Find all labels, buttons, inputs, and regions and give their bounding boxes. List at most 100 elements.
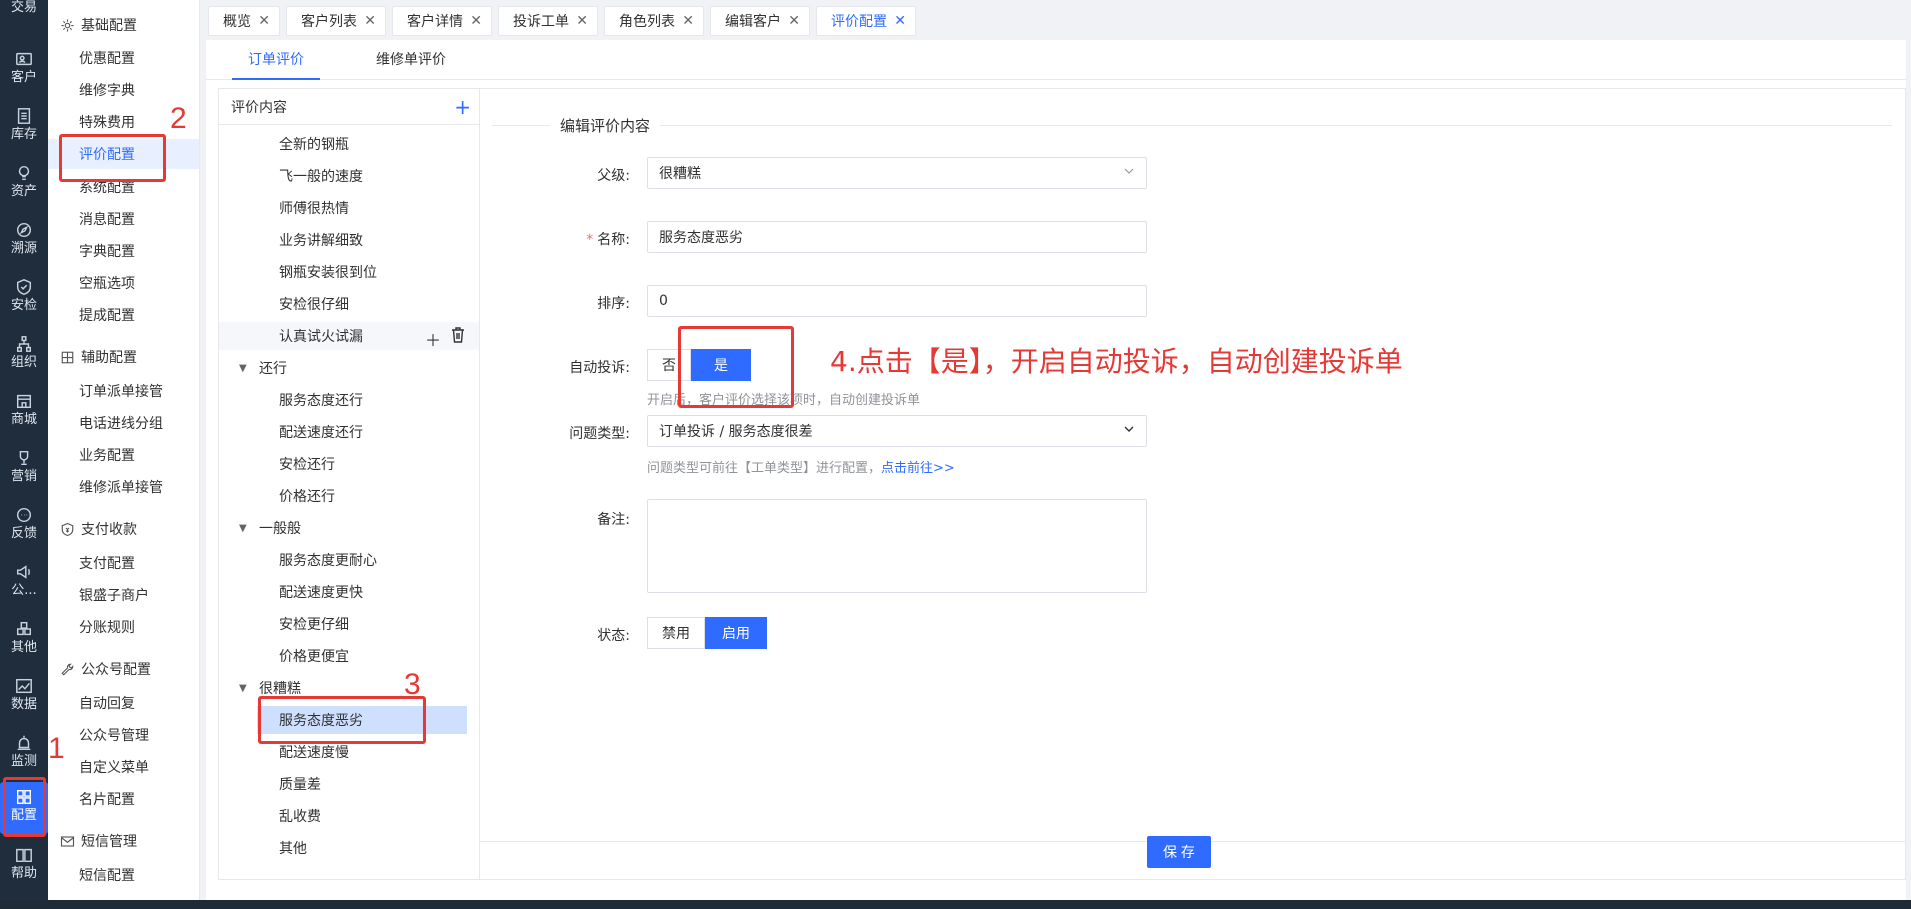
nav-help[interactable]: 帮助 [0,840,48,892]
store-icon [16,394,32,409]
nav-trade[interactable]: 交易 [0,0,48,26]
tab-edit-customer[interactable]: 编辑客户 ✕ [710,6,810,36]
annotation-box-evaluation-menu [59,134,166,182]
chat-bubble-icon [16,507,32,523]
menu-item-commission[interactable]: 提成配置 [48,300,199,330]
menu-item-business[interactable]: 业务配置 [48,440,199,470]
tree-node[interactable]: 师傅很热情 [219,194,479,222]
nav-monitor[interactable]: 监测 [0,728,48,780]
menu-item-repair-dict[interactable]: 维修字典 [48,75,199,105]
nav-org[interactable]: 组织 [0,329,48,381]
issue-type-select[interactable]: 订单投诉 / 服务态度很差 [647,415,1147,447]
tree-node[interactable]: 全新的钢瓶 [219,130,479,158]
tree-node[interactable]: 钢瓶安装很到位 [219,258,479,286]
annotation-box-tree-node [258,696,426,744]
tree-group-ok[interactable]: ▼ 还行 [219,354,479,382]
tree-node[interactable]: 质量差 [219,770,479,798]
remark-label: 备注: [597,512,630,528]
menu-item-dict[interactable]: 字典配置 [48,236,199,266]
nav-inventory[interactable]: 库存 [0,101,48,153]
menu-item-order-dispatch[interactable]: 订单派单接管 [48,376,199,406]
menu-group-aux[interactable]: 辅助配置 [48,342,199,372]
save-button[interactable]: 保 存 [1147,836,1211,868]
nav-data[interactable]: 数据 [0,671,48,723]
tab-repair-evaluation[interactable]: 维修单评价 [356,40,466,80]
menu-item-split-rules[interactable]: 分账规则 [48,612,199,642]
tab-overview[interactable]: 概览 ✕ [208,6,280,36]
sort-input[interactable]: 0 [647,285,1147,317]
name-input[interactable]: 服务态度恶劣 [647,221,1147,253]
menu-group-wechat[interactable]: 公众号配置 [48,654,199,684]
nav-marketing[interactable]: 营销 [0,443,48,495]
menu-item-ys-merchant[interactable]: 银盛子商户 [48,580,199,610]
tree-node[interactable]: 乱收费 [219,802,479,830]
trash-icon[interactable] [451,327,465,343]
close-icon[interactable]: ✕ [788,13,800,29]
tab-complaint-tickets[interactable]: 投诉工单 ✕ [498,6,598,36]
tree-group-average[interactable]: ▼ 一般般 [219,514,479,542]
nav-other[interactable]: 其他 [0,614,48,666]
tab-evaluation-config[interactable]: 评价配置 ✕ [816,6,916,36]
tree-node[interactable]: 安检很仔细 [219,290,479,318]
menu-item-custom-menu[interactable]: 自定义菜单 [48,752,199,782]
menu-item-card-config[interactable]: 名片配置 [48,784,199,814]
plus-icon[interactable]: ＋ [425,327,441,351]
menu-item-pay-config[interactable]: 支付配置 [48,548,199,578]
nav-customer[interactable]: 客户 [0,44,48,96]
menu-item-message[interactable]: 消息配置 [48,204,199,234]
wrench-icon [61,663,74,676]
grid-plus-icon [61,351,74,363]
tree-node[interactable]: 服务态度还行 [219,386,479,414]
menu-item-auto-reply[interactable]: 自动回复 [48,688,199,718]
menu-item-discount[interactable]: 优惠配置 [48,43,199,73]
tree-node[interactable]: 配送速度更快 [219,578,479,606]
tree-node[interactable]: 安检更仔细 [219,610,479,638]
gear-icon [61,19,74,31]
nav-assets[interactable]: 资产 [0,158,48,210]
tree-node[interactable]: 服务态度更耐心 [219,546,479,574]
tree-node[interactable]: 业务讲解细致 [219,226,479,254]
tab-order-evaluation[interactable]: 订单评价 [232,40,320,80]
status-enable-button[interactable]: 启用 [705,617,767,649]
blocks-icon [16,621,32,636]
menu-item-phone-group[interactable]: 电话进线分组 [48,408,199,438]
tree-node[interactable]: 价格更便宜 [219,642,479,670]
menu-item-sms-config[interactable]: 短信配置 [48,860,199,890]
add-icon[interactable]: + [454,95,471,119]
nav-trace[interactable]: 溯源 [0,215,48,267]
close-icon[interactable]: ✕ [258,13,270,29]
tab-customer-list[interactable]: 客户列表 ✕ [286,6,386,36]
parent-select[interactable]: 很糟糕 [647,157,1147,189]
menu-group-basic[interactable]: 基础配置 [48,10,199,40]
go-configure-link[interactable]: 点击前往>> [881,461,955,476]
tree-node[interactable]: 其他 [219,834,479,862]
evaluation-tree: 评价内容 + 全新的钢瓶 飞一般的速度 师傅很热情 业务讲解细致 钢瓶安装很到位… [218,88,480,880]
close-icon[interactable]: ✕ [894,13,906,29]
tree-node[interactable]: 配送速度还行 [219,418,479,446]
nav-safety[interactable]: 安检 [0,272,48,324]
tree-node[interactable]: 安检还行 [219,450,479,478]
tree-node[interactable]: 价格还行 [219,482,479,510]
inventory-icon [17,108,31,124]
app-root: 交易 客户 库存 资产 溯源 安检 组织 商城 营销 反馈 公... 其他 数据… [0,0,1911,909]
nav-announce[interactable]: 公... [0,557,48,609]
menu-group-payment[interactable]: 支付收款 [48,514,199,544]
menu-item-wechat-manage[interactable]: 公众号管理 [48,720,199,750]
tree-node[interactable]: 认真试火试漏 ＋ [219,322,479,351]
close-icon[interactable]: ✕ [682,13,694,29]
close-icon[interactable]: ✕ [576,13,588,29]
tab-customer-detail[interactable]: 客户详情 ✕ [392,6,492,36]
menu-item-empty-bottle[interactable]: 空瓶选项 [48,268,199,298]
nav-feedback[interactable]: 反馈 [0,500,48,552]
close-icon[interactable]: ✕ [470,13,482,29]
close-icon[interactable]: ✕ [364,13,376,29]
page-tabs: 概览 ✕ 客户列表 ✕ 客户详情 ✕ 投诉工单 ✕ 角色列表 ✕ 编辑客户 ✕ 评价配置 ✕ [206,0,1911,40]
status-disable-button[interactable]: 禁用 [647,617,705,649]
shield-yen-icon [61,522,74,536]
remark-textarea[interactable] [647,499,1147,593]
menu-group-sms[interactable]: 短信管理 [48,826,199,856]
menu-item-repair-dispatch[interactable]: 维修派单接管 [48,472,199,502]
tab-role-list[interactable]: 角色列表 ✕ [604,6,704,36]
nav-mall[interactable]: 商城 [0,386,48,438]
tree-node[interactable]: 飞一般的速度 [219,162,479,190]
